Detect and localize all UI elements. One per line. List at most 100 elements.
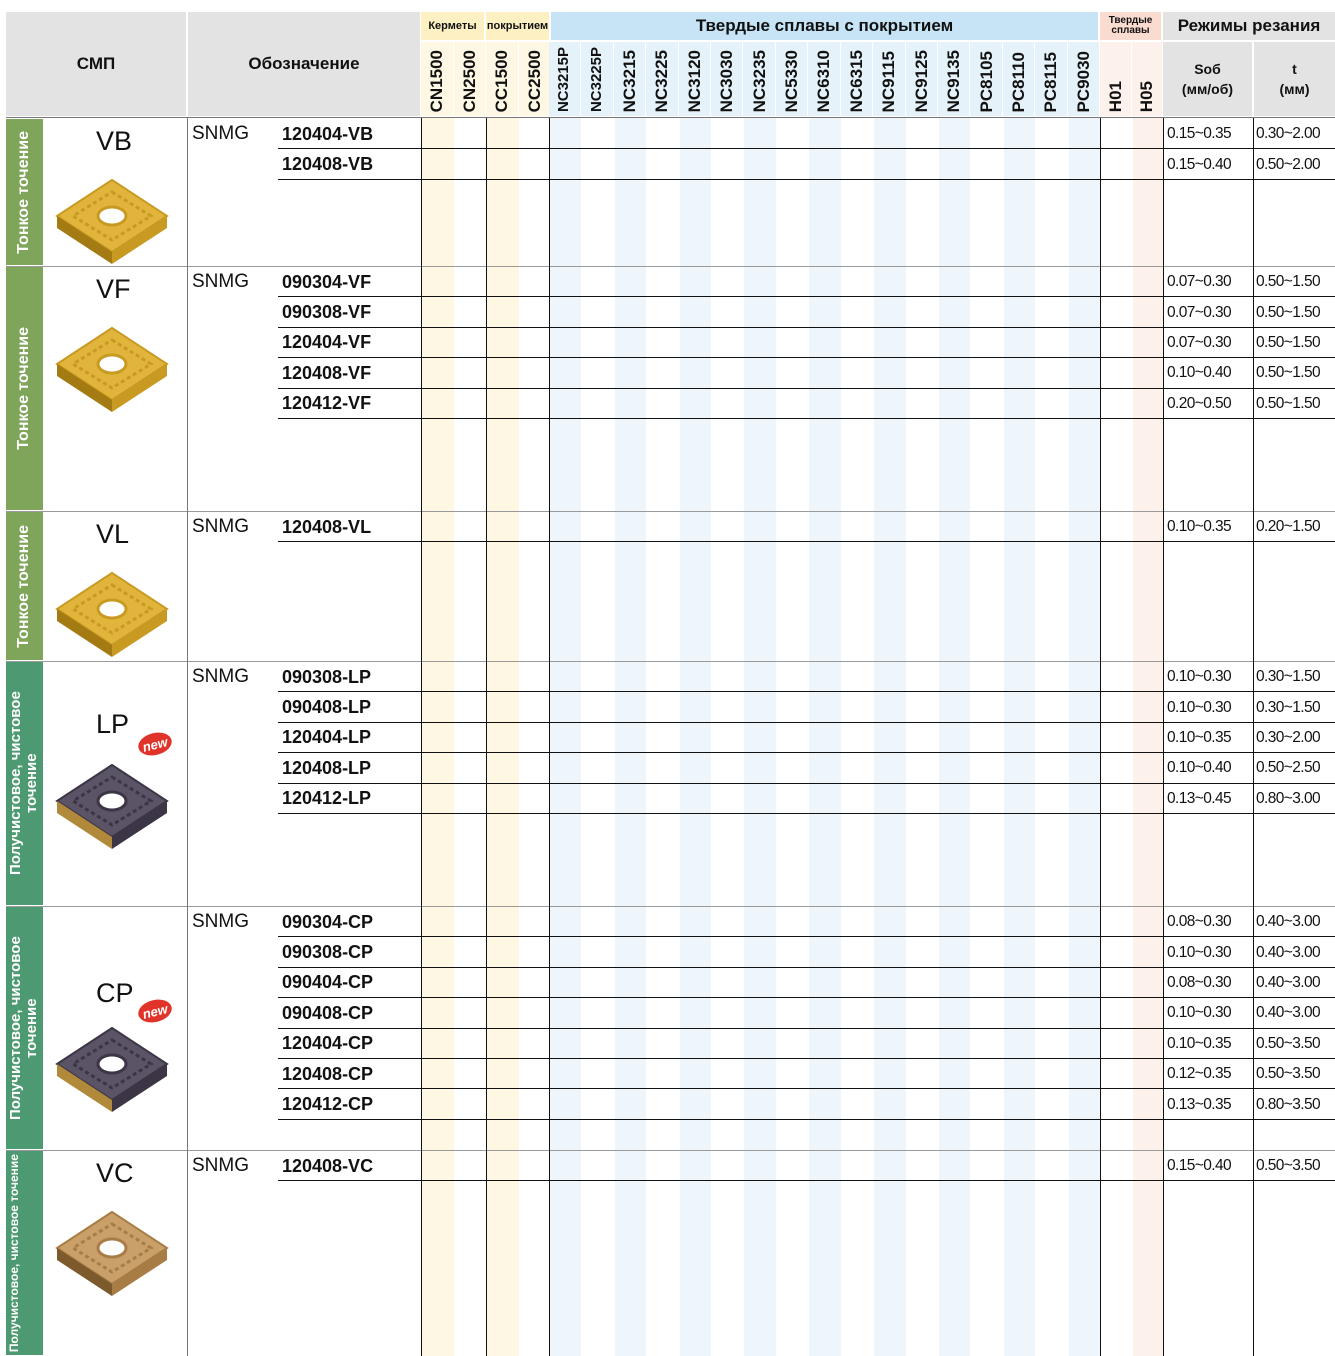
depth-value: 0.40~3.00 [1256, 913, 1321, 931]
depth-value: 0.50~1.50 [1256, 303, 1321, 321]
depth-value: 0.30~1.50 [1256, 698, 1321, 716]
depth-value: 0.50~1.50 [1256, 333, 1321, 351]
insert-bronze-icon [55, 1210, 169, 1296]
feed-value: 0.10~0.30 [1167, 698, 1232, 716]
feed-value: 0.07~0.30 [1167, 303, 1232, 321]
group-band: Тонкое точение [6, 512, 43, 660]
row-rule [278, 1180, 1335, 1182]
group-band-label: Получистовое, чистовое точение [6, 936, 40, 1120]
series-prefix: SNMG [192, 123, 249, 145]
group-band: Получистовое, чистовое точение [6, 907, 43, 1149]
item-code: 120408-LP [282, 757, 372, 778]
depth-value: 0.50~1.50 [1256, 364, 1321, 382]
row-rule [278, 178, 1335, 180]
series-prefix: SNMG [192, 516, 249, 538]
column-rule [486, 118, 487, 1356]
item-code: 090308-VF [282, 302, 372, 323]
grade-column-tint [614, 118, 647, 1356]
feed-value: 0.10~0.35 [1167, 518, 1232, 536]
column-rule [421, 118, 422, 1356]
chipbreaker-name: VC [96, 1158, 134, 1188]
depth-value: 0.80~3.00 [1256, 789, 1321, 807]
group-band-label: Получистовое, чистовое точение [6, 1153, 21, 1353]
column-rule [1163, 118, 1164, 1356]
grade-column-tint [809, 118, 841, 1356]
feed-value: 0.13~0.45 [1167, 789, 1232, 807]
item-code: 120408-VL [282, 516, 372, 537]
series-prefix: SNMG [192, 911, 249, 933]
item-code: 120404-CP [282, 1033, 374, 1054]
item-code: 090408-LP [282, 697, 372, 718]
depth-value: 0.40~3.00 [1256, 943, 1321, 961]
insert-selection-table: СМП Обозначение Керметы покрытием Тверды… [0, 0, 1335, 1356]
insert-gold-icon [55, 178, 169, 264]
feed-value: 0.10~0.30 [1167, 1004, 1232, 1022]
item-code: 120408-VC [282, 1155, 374, 1176]
series-prefix: SNMG [192, 666, 249, 688]
feed-value: 0.10~0.40 [1167, 364, 1232, 382]
depth-value: 0.50~3.50 [1256, 1034, 1321, 1052]
feed-value: 0.15~0.40 [1167, 155, 1232, 173]
depth-value: 0.50~2.00 [1256, 155, 1321, 173]
column-rule [187, 118, 188, 1356]
depth-value: 0.50~3.50 [1256, 1157, 1321, 1175]
feed-value: 0.10~0.35 [1167, 1034, 1232, 1052]
chipbreaker-name: VL [96, 519, 130, 549]
grade-column-tint [487, 118, 519, 1356]
feed-value: 0.15~0.40 [1167, 1157, 1232, 1175]
depth-value: 0.50~2.50 [1256, 759, 1321, 777]
feed-value: 0.10~0.30 [1167, 943, 1232, 961]
item-code: 120408-CP [282, 1063, 374, 1084]
item-code: 120412-CP [282, 1094, 374, 1115]
row-rule [278, 1118, 1335, 1120]
group-band: Получистовое, чистовое точение [6, 662, 43, 905]
feed-value: 0.13~0.35 [1167, 1095, 1232, 1113]
group-band-label: Тонкое точение [15, 130, 33, 254]
feed-value: 0.12~0.35 [1167, 1065, 1232, 1083]
feed-value: 0.07~0.30 [1167, 273, 1232, 291]
insert-gold-icon [55, 326, 169, 412]
grade-column-tint [744, 118, 776, 1356]
depth-value: 0.20~1.50 [1256, 518, 1321, 536]
item-code: 120412-LP [282, 788, 372, 809]
feed-value: 0.10~0.35 [1167, 728, 1232, 746]
new-badge: new [135, 996, 175, 1026]
feed-value: 0.20~0.50 [1167, 394, 1232, 412]
series-prefix: SNMG [192, 1155, 249, 1177]
feed-value: 0.08~0.30 [1167, 913, 1232, 931]
feed-value: 0.10~0.40 [1167, 759, 1232, 777]
group-band-label: Тонкое точение [15, 327, 33, 450]
item-code: 120404-VF [282, 332, 372, 353]
group-band: Тонкое точение [6, 267, 43, 510]
insert-dark-icon [55, 1026, 169, 1112]
row-rule [278, 813, 1335, 814]
item-code: 090304-CP [282, 911, 374, 932]
item-code: 090404-CP [282, 972, 374, 993]
depth-value: 0.40~3.00 [1256, 973, 1321, 991]
group-band-label: Тонкое точение [15, 524, 33, 648]
insert-dark-icon [55, 763, 169, 849]
row-rule [278, 418, 1335, 419]
depth-value: 0.30~2.00 [1256, 125, 1321, 143]
depth-value: 0.30~2.00 [1256, 728, 1321, 746]
depth-value: 0.80~3.50 [1256, 1095, 1321, 1113]
grade-column-tint [1068, 118, 1100, 1356]
chipbreaker-name: VB [96, 126, 133, 156]
new-badge: new [135, 729, 175, 759]
feed-value: 0.07~0.30 [1167, 333, 1232, 351]
item-code: 120404-LP [282, 727, 372, 748]
depth-value: 0.50~3.50 [1256, 1065, 1321, 1083]
grade-column-tint [550, 118, 582, 1356]
feed-value: 0.10~0.30 [1167, 668, 1232, 686]
table-body: Тонкое точение VB SNMG 120404-VB 0.15~0.35 0.… [0, 0, 1335, 1356]
group-band: Тонкое точение [6, 119, 43, 265]
depth-value: 0.50~1.50 [1256, 394, 1321, 412]
series-prefix: SNMG [192, 271, 249, 293]
item-code: 120408-VB [282, 154, 374, 175]
column-rule [1100, 118, 1101, 1356]
column-rule [1253, 118, 1254, 1356]
depth-value: 0.40~3.00 [1256, 1004, 1321, 1022]
item-code: 120404-VB [282, 123, 374, 144]
grade-column-tint [938, 118, 971, 1356]
group-band-label: Получистовое, чистовое точение [6, 691, 40, 876]
